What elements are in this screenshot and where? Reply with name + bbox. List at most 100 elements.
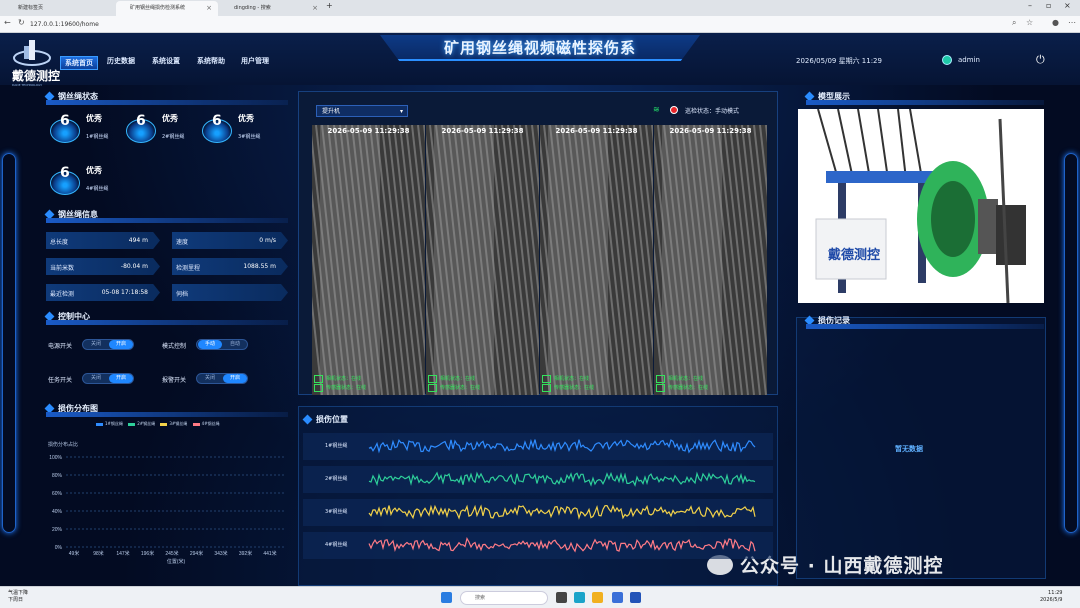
refresh-icon[interactable]: ↻ <box>18 18 25 27</box>
weather-widget[interactable]: 气温下降 下周日 <box>8 590 28 604</box>
damage-dist-legend: 1#钢丝绳 2#钢丝绳 3#钢丝绳 4#钢丝绳 <box>96 421 219 427</box>
tab-system[interactable]: 矿用钢丝绳损伤检测系统 × <box>116 1 218 16</box>
close-icon[interactable]: × <box>206 1 212 16</box>
username[interactable]: admin <box>958 56 980 64</box>
menu-home[interactable]: 系统首页 <box>60 56 98 70</box>
rope-status-4[interactable]: 6 优秀 4#钢丝绳 <box>50 161 125 201</box>
tab-bar: 新建标签页 矿用钢丝绳损伤检测系统 × dingding - 搜索 × + – ▫ … <box>0 0 1080 16</box>
datetime: 2026/05/09 星期六 11:29 <box>796 57 882 65</box>
more-icon[interactable]: ⋯ <box>1068 18 1076 27</box>
close-icon[interactable]: × <box>312 1 318 16</box>
sensor-status: 传感器状态：在线 <box>541 384 595 392</box>
damage-dist-ylabel: 损伤分布占比 <box>48 442 79 448</box>
task-view-icon[interactable] <box>556 592 567 603</box>
avatar[interactable]: ● <box>1052 18 1059 27</box>
x-tick-label: 196米 <box>141 550 154 557</box>
hoist-select[interactable]: 提升机 <box>316 105 408 117</box>
camera-feed-2[interactable]: 2026-05-09 11:29:38 相机状态：在线 传感器状态：在线 <box>426 125 539 395</box>
x-tick-label: 49米 <box>69 550 80 557</box>
clock: 11:29 2026/5/9 <box>1040 590 1063 603</box>
favorite-icon[interactable]: ☆ <box>1026 18 1033 27</box>
camera-feed-3[interactable]: 2026-05-09 11:29:38 相机状态：在线 传感器状态：在线 <box>540 125 653 395</box>
legend-item[interactable]: 2#钢丝绳 <box>128 421 155 426</box>
rope-status-2[interactable]: 6 优秀 2#钢丝绳 <box>126 109 201 149</box>
damage-pos-row: 4#钢丝绳 <box>303 532 773 559</box>
user-avatar[interactable] <box>942 55 952 65</box>
x-axis-label: 位置(米) <box>167 558 186 565</box>
window-close-icon[interactable]: × <box>1064 1 1071 10</box>
taskbar-search[interactable]: 搜索 <box>460 591 548 605</box>
right-frame-decoration <box>1064 153 1078 533</box>
taskbar: 气温下降 下周日 搜索 11:29 2026/5/9 <box>0 586 1080 608</box>
maximize-icon[interactable]: ▫ <box>1046 1 1051 10</box>
explorer-icon[interactable] <box>592 592 603 603</box>
camera-timestamp: 2026-05-09 11:29:38 <box>327 127 410 135</box>
rope-image <box>654 125 767 395</box>
tab-search[interactable]: dingding - 搜索 × <box>220 1 324 16</box>
minimize-icon[interactable]: – <box>1028 1 1032 10</box>
sensor-status: 传感器状态：在线 <box>427 384 481 392</box>
start-icon[interactable] <box>441 592 452 603</box>
damage-signal-trace <box>368 438 756 454</box>
y-tick-label: 100% <box>49 455 62 461</box>
alarm-switch-label: 报警开关 <box>162 377 187 384</box>
patrol-status: 巡检状态：手动模式 <box>685 108 740 115</box>
sensor-status: 传感器状态：在线 <box>655 384 709 392</box>
left-frame-decoration <box>2 153 16 533</box>
damage-pos-row: 3#钢丝绳 <box>303 499 773 526</box>
x-tick-label: 245米 <box>165 550 178 557</box>
damage-signal-trace <box>368 471 756 487</box>
task-switch-toggle[interactable]: 关闭 开启 <box>82 373 134 384</box>
y-tick-label: 60% <box>52 491 63 497</box>
damage-pos-title: 损伤位置 <box>304 414 348 425</box>
rope-status-1[interactable]: 6 优秀 1#钢丝绳 <box>50 109 125 149</box>
rope-image <box>540 125 653 395</box>
new-tab-icon[interactable]: + <box>326 1 333 10</box>
model-brand-label: 戴德测控 <box>828 247 880 262</box>
camera-status: 相机状态：在线 <box>427 375 476 383</box>
logo-icon <box>13 40 51 66</box>
menu-settings[interactable]: 系统设置 <box>152 56 180 66</box>
x-tick-label: 147米 <box>116 550 129 557</box>
camera-feed-4[interactable]: 2026-05-09 11:29:38 相机状态：在线 传感器状态：在线 <box>654 125 767 395</box>
damage-dist-chart: 100% 80% 60% 40% 20% 0% 49米 98米 147米 196米 245米 294米… <box>49 455 288 565</box>
x-tick-label: 294米 <box>190 550 203 557</box>
empty-state: 暂无数据 <box>895 445 923 453</box>
y-tick-label: 20% <box>52 527 63 533</box>
back-icon[interactable]: ← <box>4 18 11 27</box>
model-view[interactable]: 戴德测控 <box>798 108 1044 304</box>
tab-new[interactable]: 新建标签页 <box>4 1 114 16</box>
x-tick-label: 98米 <box>93 550 104 557</box>
info-current-meter: 当前米数 -80.04 m <box>46 258 160 275</box>
url-input[interactable]: 127.0.0.1:19600/home <box>30 19 990 30</box>
menu-history[interactable]: 历史数据 <box>107 56 135 66</box>
rope-image <box>426 125 539 395</box>
camera-status: 相机状态：在线 <box>655 375 704 383</box>
app-icon[interactable] <box>630 592 641 603</box>
power-switch-toggle[interactable]: 关闭 开启 <box>82 339 134 350</box>
machine-model-illustration: 戴德测控 <box>798 108 1044 304</box>
alarm-switch-toggle[interactable]: 关闭 开启 <box>196 373 248 384</box>
legend-item[interactable]: 1#钢丝绳 <box>96 421 123 426</box>
info-total-length: 总长度 494 m <box>46 232 160 249</box>
legend-item[interactable]: 4#钢丝绳 <box>192 421 219 426</box>
mode-control-toggle[interactable]: 手动 自动 <box>196 339 248 350</box>
app: 矿用钢丝绳视频磁性探伤系 戴德测控 DADE TECHNOLOGY 系统首页 历… <box>0 33 1080 586</box>
app-icon[interactable] <box>612 592 623 603</box>
camera-status: 相机状态：在线 <box>313 375 362 383</box>
rope-status-3[interactable]: 6 优秀 3#钢丝绳 <box>202 109 277 149</box>
power-switch-label: 电源开关 <box>48 343 73 350</box>
logo-text: 戴德测控 <box>12 69 61 83</box>
legend-item[interactable]: 3#钢丝绳 <box>160 421 187 426</box>
damage-pos-row: 2#钢丝绳 <box>303 466 773 493</box>
y-tick-label: 0% <box>55 545 63 551</box>
zoom-icon[interactable]: ⌕ <box>1012 18 1016 28</box>
info-speed: 速度 0 m/s <box>172 232 288 249</box>
menu-help[interactable]: 系统帮助 <box>197 56 225 66</box>
camera-feed-1[interactable]: 2026-05-09 11:29:38 相机状态：在线 传感器状态：在线 <box>312 125 425 395</box>
edge-icon[interactable] <box>574 592 585 603</box>
power-icon[interactable]: ⏻ <box>1036 53 1045 67</box>
menu-users[interactable]: 用户管理 <box>241 56 269 66</box>
info-mileage: 检测里程 1088.55 m <box>172 258 288 275</box>
camera-timestamp: 2026-05-09 11:29:38 <box>555 127 638 135</box>
